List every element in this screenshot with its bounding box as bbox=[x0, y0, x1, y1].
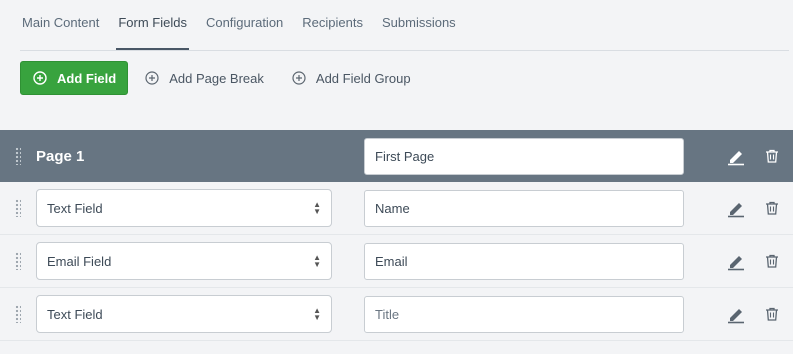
tab-submissions[interactable]: Submissions bbox=[380, 0, 458, 50]
plus-circle-icon bbox=[33, 71, 47, 85]
add-field-group-label: Add Field Group bbox=[315, 70, 411, 86]
page-title: Page 1 bbox=[36, 147, 85, 165]
trash-icon bbox=[766, 149, 778, 163]
add-page-break-label: Add Page Break bbox=[169, 70, 264, 86]
drag-handle-icon[interactable] bbox=[15, 147, 21, 165]
field-type-value: Text Field bbox=[47, 306, 103, 322]
drag-handle-icon[interactable] bbox=[15, 199, 21, 217]
pencil-icon bbox=[728, 256, 744, 271]
page-name-input[interactable] bbox=[364, 137, 684, 175]
delete-field-button[interactable] bbox=[760, 302, 784, 326]
field-type-value: Email Field bbox=[47, 253, 112, 269]
tab-configuration[interactable]: Configuration bbox=[204, 0, 285, 50]
edit-page-button[interactable] bbox=[724, 144, 748, 168]
field-drag-handle-container bbox=[0, 252, 36, 270]
edit-field-button[interactable] bbox=[724, 302, 748, 326]
delete-field-button[interactable] bbox=[760, 249, 784, 273]
field-type-select[interactable]: Text Field ▲ ▼ bbox=[36, 295, 332, 333]
field-label-input[interactable] bbox=[364, 295, 684, 333]
edit-field-button[interactable] bbox=[724, 249, 748, 273]
form-toolbar: Add Field Add Page Break Add Field Group bbox=[20, 61, 411, 95]
pencil-icon bbox=[728, 151, 744, 166]
select-arrows-icon: ▲ ▼ bbox=[313, 200, 321, 216]
page-actions bbox=[724, 144, 784, 168]
select-arrows-icon: ▲ ▼ bbox=[313, 306, 321, 322]
drag-handle-icon[interactable] bbox=[15, 305, 21, 323]
field-drag-handle-container bbox=[0, 199, 36, 217]
field-label-input[interactable] bbox=[364, 189, 684, 227]
pencil-icon bbox=[728, 309, 744, 324]
add-field-group-button[interactable]: Add Field Group bbox=[292, 71, 411, 86]
pencil-icon bbox=[728, 203, 744, 218]
delete-field-button[interactable] bbox=[760, 196, 784, 220]
plus-circle-icon bbox=[292, 71, 306, 85]
delete-page-button[interactable] bbox=[760, 144, 784, 168]
field-type-value: Text Field bbox=[47, 200, 103, 216]
tab-main-content[interactable]: Main Content bbox=[20, 0, 101, 50]
plus-circle-icon bbox=[145, 71, 159, 85]
field-drag-handle-container bbox=[0, 305, 36, 323]
field-actions bbox=[724, 249, 784, 273]
field-type-select[interactable]: Text Field ▲ ▼ bbox=[36, 189, 332, 227]
trash-icon bbox=[766, 307, 778, 321]
field-row: Email Field ▲ ▼ bbox=[0, 235, 793, 288]
field-actions bbox=[724, 302, 784, 326]
field-row: Text Field ▲ ▼ bbox=[0, 182, 793, 235]
edit-field-button[interactable] bbox=[724, 196, 748, 220]
add-page-break-button[interactable]: Add Page Break bbox=[145, 71, 264, 86]
tab-form-fields[interactable]: Form Fields bbox=[116, 0, 189, 50]
trash-icon bbox=[766, 201, 778, 215]
page-drag-handle-container bbox=[0, 147, 36, 165]
field-row: Text Field ▲ ▼ bbox=[0, 288, 793, 341]
field-actions bbox=[724, 196, 784, 220]
trash-icon bbox=[766, 254, 778, 268]
add-field-label: Add Field bbox=[57, 70, 117, 86]
field-type-select[interactable]: Email Field ▲ ▼ bbox=[36, 242, 332, 280]
drag-handle-icon[interactable] bbox=[15, 252, 21, 270]
tab-recipients[interactable]: Recipients bbox=[300, 0, 365, 50]
field-label-input[interactable] bbox=[364, 242, 684, 280]
tab-bar: Main Content Form Fields Configuration R… bbox=[20, 0, 789, 51]
page-header-row: Page 1 bbox=[0, 130, 793, 182]
select-arrows-icon: ▲ ▼ bbox=[313, 253, 321, 269]
add-field-button[interactable]: Add Field bbox=[20, 61, 129, 95]
